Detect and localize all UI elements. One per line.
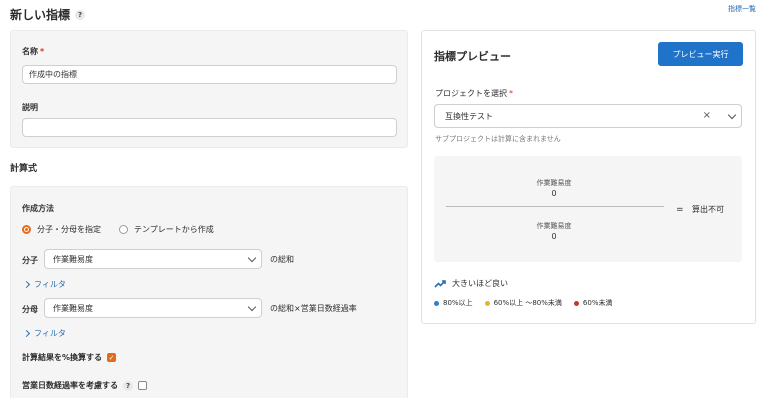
legend-item-low: 60%未満: [573, 298, 612, 308]
method-label: 作成方法: [22, 204, 54, 213]
fraction-line: [446, 206, 664, 207]
numerator-select-value: 作業難易度: [53, 254, 93, 264]
numerator-filter-toggle[interactable]: フィルタ: [22, 279, 66, 290]
preview-denominator-value: 0: [551, 232, 557, 241]
help-icon[interactable]: ?: [75, 9, 86, 20]
run-preview-button[interactable]: プレビュー実行: [658, 42, 743, 66]
preview-numerator-name: 作業難易度: [536, 179, 572, 187]
clear-icon[interactable]: ×: [703, 110, 711, 121]
radio-numerator-denominator[interactable]: [22, 225, 31, 234]
chevron-right-icon: [22, 329, 31, 338]
page-title: 新しい指標 ?: [10, 6, 86, 23]
business-days-label: 営業日数経過率を考慮する: [22, 381, 118, 390]
chevron-down-icon: [727, 110, 737, 120]
business-days-checkbox[interactable]: [138, 381, 147, 390]
trend-label: 大きいほど良い: [452, 279, 508, 288]
denominator-suffix: の総和×営業日数経過率: [270, 304, 357, 313]
project-label: プロジェクトを選択 *: [435, 89, 513, 98]
percent-conversion-row: 計算結果を%換算する ✓: [22, 352, 117, 363]
preview-title: 指標プレビュー: [434, 50, 511, 63]
help-icon[interactable]: ?: [123, 380, 133, 391]
legend-dot-high: [434, 300, 439, 306]
trending-up-icon: [434, 280, 446, 288]
denominator-filter-label: フィルタ: [34, 329, 66, 338]
required-mark: *: [40, 47, 45, 56]
project-select-value: 互換性テスト: [445, 111, 493, 121]
metrics-list-link[interactable]: 指標一覧: [728, 4, 756, 14]
name-label: 名称 *: [22, 47, 45, 56]
threshold-legend: 80%以上 60%以上 〜80%未満 60%未満: [434, 298, 612, 308]
formula-card: [10, 186, 408, 398]
trend-indicator: 大きいほど良い: [434, 278, 508, 289]
numerator-suffix: の総和: [270, 255, 294, 264]
preview-denominator-name: 作業難易度: [536, 222, 572, 230]
radio-template[interactable]: [119, 225, 128, 234]
denominator-label: 分母: [22, 305, 38, 314]
name-input[interactable]: 作成中の指標: [22, 65, 397, 84]
business-days-row: 営業日数経過率を考慮する ?: [22, 380, 147, 391]
formula-preview-box: 作業難易度 0 作業難易度 0 = 算出不可: [434, 156, 742, 262]
chevron-right-icon: [22, 280, 31, 289]
denominator-filter-toggle[interactable]: フィルタ: [22, 328, 66, 339]
denominator-select-value: 作業難易度: [53, 303, 93, 313]
project-select[interactable]: 互換性テスト ×: [434, 104, 742, 128]
chevron-down-icon: [247, 253, 257, 263]
legend-dot-low: [573, 300, 579, 306]
method-radio-group: 分子・分母を指定 テンプレートから作成: [22, 224, 214, 235]
denominator-select[interactable]: 作業難易度: [44, 298, 262, 318]
chevron-down-icon: [247, 302, 257, 312]
description-label: 説明: [22, 103, 38, 112]
equals-sign: =: [676, 205, 684, 215]
radio-label-template: テンプレートから作成: [134, 225, 214, 234]
legend-dot-mid: [484, 300, 490, 306]
legend-item-mid: 60%以上 〜80%未満: [484, 298, 562, 308]
preview-result: 算出不可: [692, 205, 724, 214]
preview-numerator-value: 0: [551, 189, 557, 198]
numerator-label: 分子: [22, 256, 38, 265]
numerator-select[interactable]: 作業難易度: [44, 249, 262, 269]
numerator-filter-label: フィルタ: [34, 280, 66, 289]
description-input[interactable]: [22, 118, 397, 137]
radio-label-numerator-denominator: 分子・分母を指定: [37, 225, 101, 234]
percent-conversion-label: 計算結果を%換算する: [22, 353, 103, 362]
legend-item-high: 80%以上: [434, 298, 473, 308]
page-title-text: 新しい指標: [10, 8, 71, 22]
formula-section-title: 計算式: [10, 164, 38, 174]
subproject-note: サブプロジェクトは計算に含まれません: [435, 135, 561, 143]
percent-conversion-checkbox[interactable]: ✓: [107, 353, 117, 362]
